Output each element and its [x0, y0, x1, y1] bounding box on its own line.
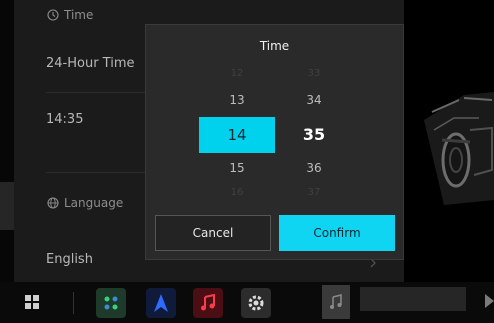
time-value-row[interactable]: 14:35 — [46, 112, 83, 127]
minute-option[interactable]: 37 — [276, 187, 352, 198]
time-section-label: Time — [64, 8, 94, 22]
language-section-label: Language — [64, 196, 124, 210]
hour-option[interactable]: 16 — [199, 187, 275, 198]
dock-bar — [0, 282, 494, 323]
time-picker-dialog: Time 12 13 14 15 16 33 34 35 36 37 Cance… — [145, 24, 404, 260]
apps-grid-icon[interactable] — [24, 294, 40, 310]
media-album-art[interactable] — [322, 285, 350, 319]
shortcuts-icon[interactable] — [96, 288, 126, 318]
globe-icon — [47, 197, 59, 209]
dialog-title: Time — [259, 39, 290, 53]
play-icon[interactable] — [484, 292, 494, 310]
side-handle[interactable] — [0, 182, 14, 230]
minute-option[interactable]: 34 — [276, 93, 352, 107]
minute-selected[interactable]: 35 — [276, 117, 352, 153]
minute-option[interactable]: 36 — [276, 161, 352, 175]
vehicle-image — [424, 92, 494, 205]
confirm-button[interactable]: Confirm — [279, 215, 395, 251]
music-icon[interactable] — [193, 288, 223, 318]
language-section-header: Language — [47, 196, 123, 210]
hour-option[interactable]: 12 — [199, 68, 275, 79]
row-divider — [46, 92, 146, 93]
time-format-row[interactable]: 24-Hour Time — [46, 56, 135, 71]
hour-option[interactable]: 13 — [199, 93, 275, 107]
dock-divider — [73, 292, 74, 314]
clock-icon — [47, 9, 59, 21]
hour-selected[interactable]: 14 — [199, 117, 275, 153]
minute-option[interactable]: 33 — [276, 68, 352, 79]
settings-gear-icon[interactable] — [241, 288, 271, 318]
navigation-icon[interactable] — [146, 288, 176, 318]
screen: Time 24-Hour Time 14:35 Language English… — [0, 0, 494, 323]
left-edge — [0, 0, 14, 282]
hour-option[interactable]: 15 — [199, 161, 275, 175]
media-progress-bar[interactable] — [360, 287, 466, 311]
time-section-header: Time — [47, 8, 93, 22]
cancel-button[interactable]: Cancel — [155, 215, 271, 251]
row-divider — [46, 172, 146, 173]
vehicle-scene — [404, 0, 494, 282]
language-value-row[interactable]: English — [46, 252, 93, 267]
